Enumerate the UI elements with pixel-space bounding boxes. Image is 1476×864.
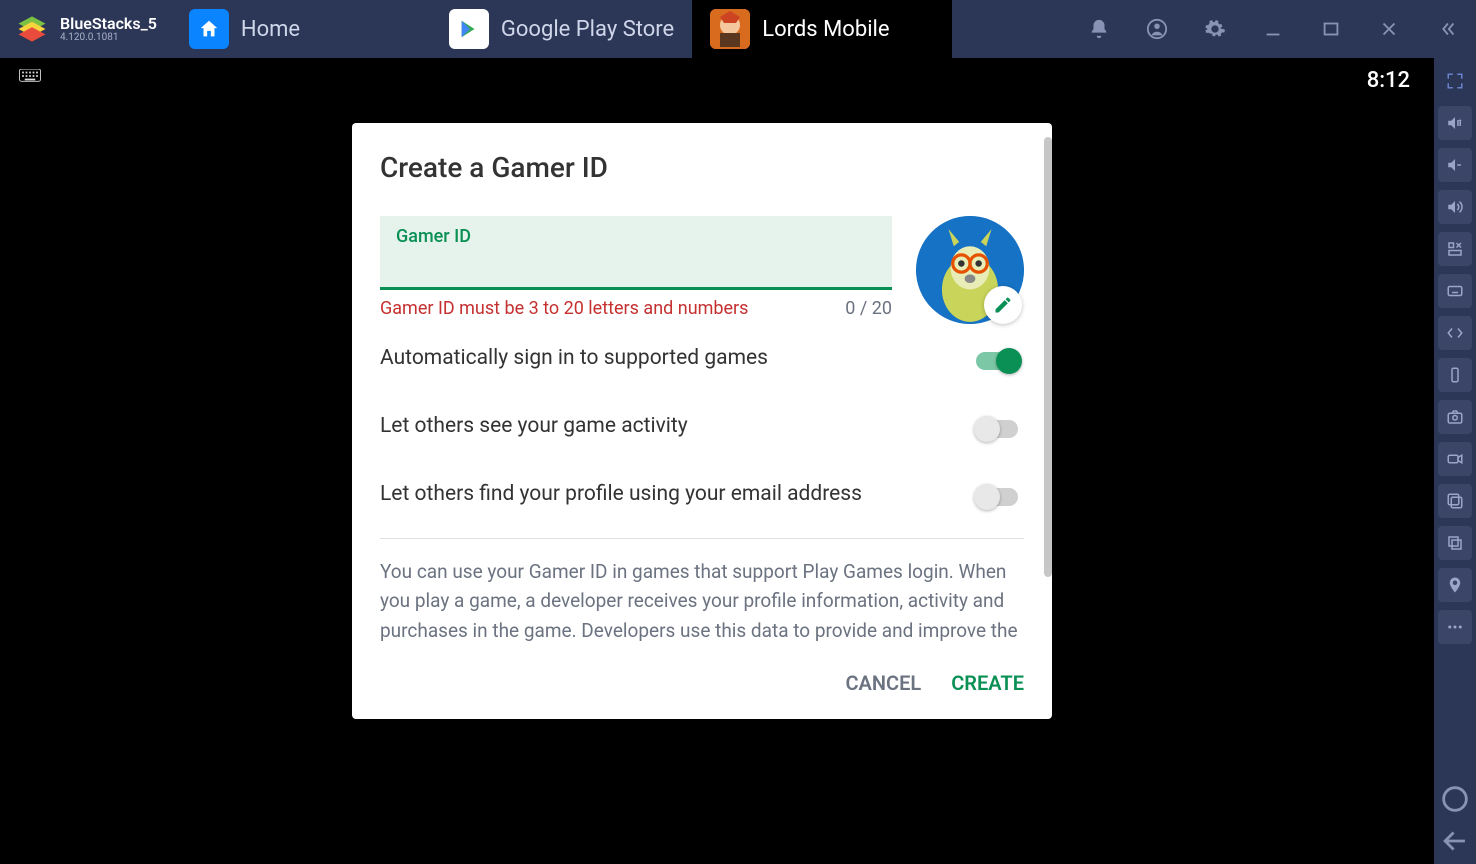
tab-play-store[interactable]: Google Play Store <box>431 0 692 58</box>
game-icon <box>710 9 750 49</box>
titlebar-actions <box>1070 0 1476 58</box>
multi-instance-icon[interactable] <box>1438 526 1472 560</box>
gamer-id-field[interactable] <box>396 253 876 281</box>
more-icon[interactable] <box>1438 610 1472 644</box>
modal-title: Create a Gamer ID <box>380 151 1024 184</box>
gamer-id-input[interactable]: Gamer ID <box>380 216 892 290</box>
status-time: 8:12 <box>1367 68 1410 93</box>
brand-area: BlueStacks_5 4.120.0.1081 <box>0 0 171 58</box>
gamer-id-error: Gamer ID must be 3 to 20 letters and num… <box>380 298 748 319</box>
edit-avatar-button[interactable] <box>984 286 1022 324</box>
play-store-icon <box>449 9 489 49</box>
close-icon[interactable] <box>1360 0 1418 58</box>
settings-icon[interactable] <box>1186 0 1244 58</box>
tab-label: Lords Mobile <box>762 17 889 42</box>
toggle-auto-signin: Automatically sign in to supported games <box>380 324 1024 392</box>
svg-text:+: + <box>1458 116 1462 124</box>
toggle-auto-signin-switch[interactable] <box>974 348 1024 368</box>
keymap-icon[interactable] <box>1438 232 1472 266</box>
toggle-activity-switch[interactable] <box>974 416 1024 436</box>
gamer-id-counter: 0 / 20 <box>845 298 892 319</box>
brand-title: BlueStacks_5 <box>60 15 157 33</box>
keyboard-controls-icon[interactable] <box>1438 274 1472 308</box>
emulator-screen: 8:12 Create a Gamer ID Gamer ID Gamer ID… <box>0 58 1434 864</box>
volume-icon[interactable] <box>1438 190 1472 224</box>
toggle-email-find: Let others find your profile using your … <box>380 460 1024 528</box>
disclosure-text: You can use your Gamer ID in games that … <box>380 557 1024 645</box>
create-gamer-id-modal: Create a Gamer ID Gamer ID Gamer ID must… <box>352 123 1052 719</box>
titlebar: BlueStacks_5 4.120.0.1081 Home Google Pl… <box>0 0 1476 58</box>
volume-down-icon[interactable] <box>1438 148 1472 182</box>
keyboard-indicator-icon[interactable] <box>18 68 42 87</box>
account-icon[interactable] <box>1128 0 1186 58</box>
rotate-icon[interactable] <box>1438 358 1472 392</box>
home-icon <box>189 9 229 49</box>
tab-lords-mobile[interactable]: Lords Mobile <box>692 0 952 58</box>
volume-up-icon[interactable]: + <box>1438 106 1472 140</box>
code-icon[interactable] <box>1438 316 1472 350</box>
location-icon[interactable] <box>1438 568 1472 602</box>
bluestacks-logo-icon <box>14 11 50 47</box>
tab-label: Home <box>241 17 300 42</box>
toggle-label: Let others see your game activity <box>380 414 688 438</box>
android-home-icon[interactable] <box>1438 782 1472 816</box>
toggle-email-switch[interactable] <box>974 484 1024 504</box>
sidebar: + <box>1434 58 1476 864</box>
tab-home[interactable]: Home <box>171 0 431 58</box>
create-button[interactable]: CREATE <box>951 671 1024 695</box>
notifications-icon[interactable] <box>1070 0 1128 58</box>
media-folder-icon[interactable] <box>1438 484 1472 518</box>
screenshot-icon[interactable] <box>1438 400 1472 434</box>
maximize-icon[interactable] <box>1302 0 1360 58</box>
gamer-id-label: Gamer ID <box>396 226 876 247</box>
toggle-activity-visibility: Let others see your game activity <box>380 392 1024 460</box>
avatar <box>916 216 1024 324</box>
cancel-button[interactable]: CANCEL <box>845 671 921 695</box>
android-back-icon[interactable] <box>1438 824 1472 858</box>
record-icon[interactable] <box>1438 442 1472 476</box>
minimize-icon[interactable] <box>1244 0 1302 58</box>
collapse-sidebar-icon[interactable] <box>1418 0 1476 58</box>
divider <box>380 538 1024 539</box>
modal-scrollbar[interactable] <box>1044 137 1052 577</box>
fullscreen-icon[interactable] <box>1438 64 1472 98</box>
toggle-label: Automatically sign in to supported games <box>380 346 768 370</box>
toggle-label: Let others find your profile using your … <box>380 482 862 506</box>
tab-label: Google Play Store <box>501 17 674 42</box>
brand-version: 4.120.0.1081 <box>60 32 157 43</box>
